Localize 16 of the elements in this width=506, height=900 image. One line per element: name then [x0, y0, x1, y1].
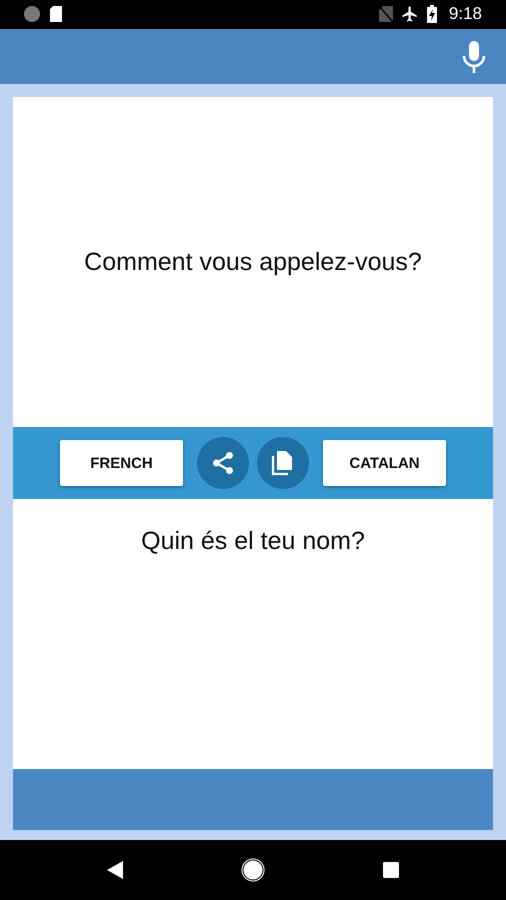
source-language-button[interactable]: FRENCH	[60, 440, 183, 486]
home-icon[interactable]	[241, 858, 265, 882]
recents-icon[interactable]	[383, 862, 399, 878]
sd-card-icon	[50, 6, 62, 22]
clock-time: 9:18	[448, 4, 482, 24]
translation-text: Quin és el teu nom?	[141, 527, 365, 556]
target-language-button[interactable]: CATALAN	[323, 440, 446, 486]
no-sim-icon	[378, 6, 393, 22]
copy-icon	[271, 450, 295, 476]
battery-charging-icon	[426, 5, 437, 24]
airplane-icon	[400, 5, 419, 24]
share-icon	[210, 450, 236, 476]
back-icon[interactable]	[107, 861, 123, 880]
notification-dot-icon	[24, 6, 40, 22]
microphone-icon[interactable]	[462, 40, 486, 73]
source-text: Comment vous appelez-vous?	[84, 248, 422, 277]
